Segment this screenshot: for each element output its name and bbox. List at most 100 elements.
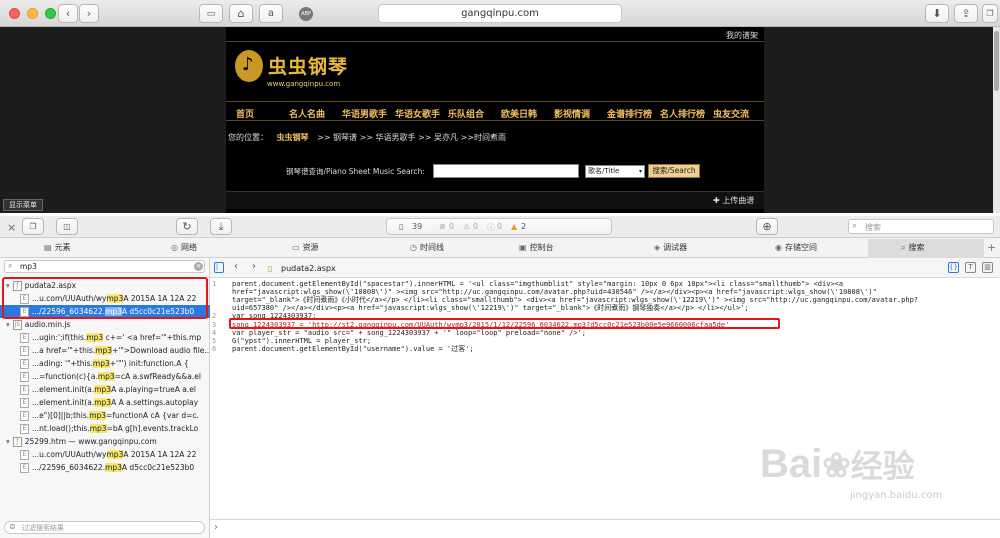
site-nav-item[interactable]: 华语女歌手	[395, 107, 440, 120]
site-nav-item[interactable]: 虫友交流	[713, 107, 749, 120]
pretty-print-icon[interactable]: {}	[948, 262, 959, 273]
match-highlight: mp3	[95, 346, 113, 355]
resource-counts[interactable]: ▯ 39 ⊗ 0 ⚠ 0 ⓘ 0 ▲ 2	[386, 218, 612, 235]
reload-button[interactable]: ↻	[176, 218, 198, 235]
line-number: 4	[212, 329, 217, 337]
match-prefix: ...element.init(a.	[32, 398, 95, 407]
result-match-row[interactable]: E ...e")[0]||b;this.mp3=functionA cA {var…	[0, 409, 210, 422]
adblock-icon[interactable]: ABP	[299, 7, 313, 21]
download-archive-button[interactable]: ⤓	[210, 218, 232, 235]
tab-2[interactable]: ▭ 资源	[292, 238, 319, 258]
site-nav-item[interactable]: 乐队组合	[448, 107, 484, 120]
paw-icon: ❀	[822, 447, 851, 485]
filter-icon: ⊜	[9, 522, 16, 531]
forward-button[interactable]: ›	[79, 4, 99, 23]
result-match-row[interactable]: E .../22596_6034622.mp3A d5cc0c21e523b0	[0, 461, 210, 474]
match-prefix: .../22596_6034622.	[32, 463, 106, 472]
page-scroll-thumb[interactable]	[994, 31, 999, 91]
match-highlight: mp3	[92, 359, 110, 368]
code-line: uid=657380" /></a></div><p><a href="java…	[232, 304, 749, 312]
browser-toolbar: ‹ › ▭ ⌂ a ABP gangqinpu.com ⬇ ⇪ ❐	[0, 0, 1000, 27]
tab-label: 资源	[302, 243, 319, 252]
result-match-row[interactable]: E ...element.init(a.mp3A A a.settings.aut…	[0, 396, 210, 409]
result-match-row[interactable]: E ...nt.load();this.mp3=bA g[h].events.tr…	[0, 422, 210, 435]
minimize-window-button[interactable]	[27, 8, 38, 19]
close-window-button[interactable]	[9, 8, 20, 19]
search-label: 钢琴谱查询/Piano Sheet Music Search:	[286, 167, 425, 176]
dock-side-button[interactable]: ◫	[56, 218, 78, 235]
my-scores-link[interactable]: 我的谱架	[726, 30, 758, 41]
tab-0[interactable]: ▤ 元素	[44, 238, 71, 258]
site-nav-item[interactable]: 首页	[236, 107, 254, 120]
tab-3[interactable]: ◷ 时间线	[410, 238, 444, 258]
editor-forward-icon[interactable]: ›	[252, 261, 256, 272]
share-button[interactable]: ⇪	[954, 4, 978, 23]
upload-score-link[interactable]: ✚ 上传曲谱	[713, 195, 754, 206]
devtools-search-field[interactable]: ⌕ 搜索	[848, 219, 994, 234]
debugger-icon: ◈	[654, 243, 661, 252]
result-match-row[interactable]: E ...a href='"+this.mp3+'">Download audio…	[0, 344, 210, 357]
sidebar-button[interactable]: ▭	[199, 4, 223, 23]
match-icon: E	[20, 424, 29, 434]
disclosure-triangle-icon[interactable]: ▾	[6, 320, 10, 329]
show-menu-button[interactable]: 显示菜单	[3, 199, 43, 211]
score-search-input[interactable]	[433, 164, 579, 178]
page-scrollbar[interactable]	[993, 27, 1000, 213]
home-button[interactable]: ⌂	[229, 4, 253, 23]
tab-label: 存储空间	[784, 243, 817, 252]
editor-back-icon[interactable]: ‹	[234, 261, 238, 272]
undock-button[interactable]: ❐	[22, 218, 44, 235]
console-prompt[interactable]: ›	[210, 519, 1000, 538]
details-sidebar-icon[interactable]: ▥	[982, 262, 993, 273]
amazon-button[interactable]: a	[259, 4, 283, 23]
result-file-row[interactable]: ▾ ƒ 25299.htm — www.gangqinpu.com	[0, 435, 210, 448]
result-file-row[interactable]: ▾ JS audio.min.js	[0, 318, 210, 331]
breadcrumb-trail: >> 钢琴谱 >> 华语男歌手 >> 吴亦凡 >>时间煮雨	[317, 133, 506, 142]
back-button[interactable]: ‹	[58, 4, 78, 23]
sidebar-search-field[interactable]: ⌕ mp3 ×	[4, 260, 205, 273]
search-icon: ⌕	[8, 261, 13, 270]
tab-4[interactable]: ▣ 控制台	[519, 238, 554, 258]
sidebar-toggle-icon[interactable]: ▏	[214, 262, 224, 273]
new-tab-icon[interactable]: +	[987, 241, 996, 254]
match-icon: E	[20, 346, 29, 356]
tabs-button[interactable]: ❐	[982, 4, 998, 23]
line-number: 5	[212, 337, 217, 345]
address-bar[interactable]: gangqinpu.com	[378, 4, 622, 23]
watermark-text-2: 经验	[850, 448, 915, 484]
tab-6[interactable]: ◉ 存储空间	[775, 238, 817, 258]
site-nav-item[interactable]: 名人排行榜	[660, 107, 705, 120]
issue-icon: ▲	[511, 222, 518, 231]
element-icon: ▤	[44, 243, 52, 252]
match-suffix: A d5cc0c21e523b0	[121, 463, 195, 472]
site-nav-item[interactable]: 欧美日韩	[501, 107, 537, 120]
breadcrumb-home-link[interactable]: 虫虫钢琴	[277, 133, 309, 142]
site-nav-item[interactable]: 名人名曲	[289, 107, 325, 120]
annotation-highlight-results	[2, 277, 208, 319]
tab-5[interactable]: ◈ 调试器	[654, 238, 687, 258]
site-nav-item[interactable]: 华语男歌手	[342, 107, 387, 120]
disclosure-triangle-icon[interactable]: ▾	[6, 437, 10, 446]
clear-search-icon[interactable]: ×	[194, 262, 203, 271]
site-nav-item[interactable]: 金谱排行榜	[607, 107, 652, 120]
filter-results-field[interactable]: ⊜ 过滤搜索结果	[4, 521, 205, 534]
inspect-element-button[interactable]: ⊕	[756, 218, 778, 235]
site-nav-item[interactable]: 影视情调	[554, 107, 590, 120]
result-match-row[interactable]: E ...ading: '"+this.mp3+'"') init:functio…	[0, 357, 210, 370]
chevron-down-icon: ▾	[638, 168, 642, 175]
tab-1[interactable]: ◎ 网络	[171, 238, 197, 258]
code-line: G("ypst").innerHTML = player_str;	[232, 337, 372, 345]
breadcrumb-prefix: 您的位置：	[228, 133, 268, 142]
downloads-button[interactable]: ⬇	[925, 4, 949, 23]
result-match-row[interactable]: E ...u.com/UUAuth/wymp3A 2015A 1A 12A 22	[0, 448, 210, 461]
zoom-window-button[interactable]	[45, 8, 56, 19]
type-info-icon[interactable]: T	[965, 262, 976, 273]
result-match-row[interactable]: E ...element.init(a.mp3A a.playing=trueA …	[0, 383, 210, 396]
search-button[interactable]: 搜索/Search	[648, 164, 700, 178]
close-devtools-icon[interactable]: ×	[7, 221, 16, 234]
tab-7[interactable]: ⌕ 搜索	[901, 238, 924, 258]
result-match-row[interactable]: E ...ugin:';if(this.mp3 c+=' <a href='"+t…	[0, 331, 210, 344]
result-match-row[interactable]: E ...=function(c){a.mp3=cA a.swfReady&&a.…	[0, 370, 210, 383]
site-logo-title[interactable]: 虫虫钢琴	[268, 52, 348, 79]
search-type-select[interactable]: 歌名/Title ▾	[585, 165, 645, 178]
